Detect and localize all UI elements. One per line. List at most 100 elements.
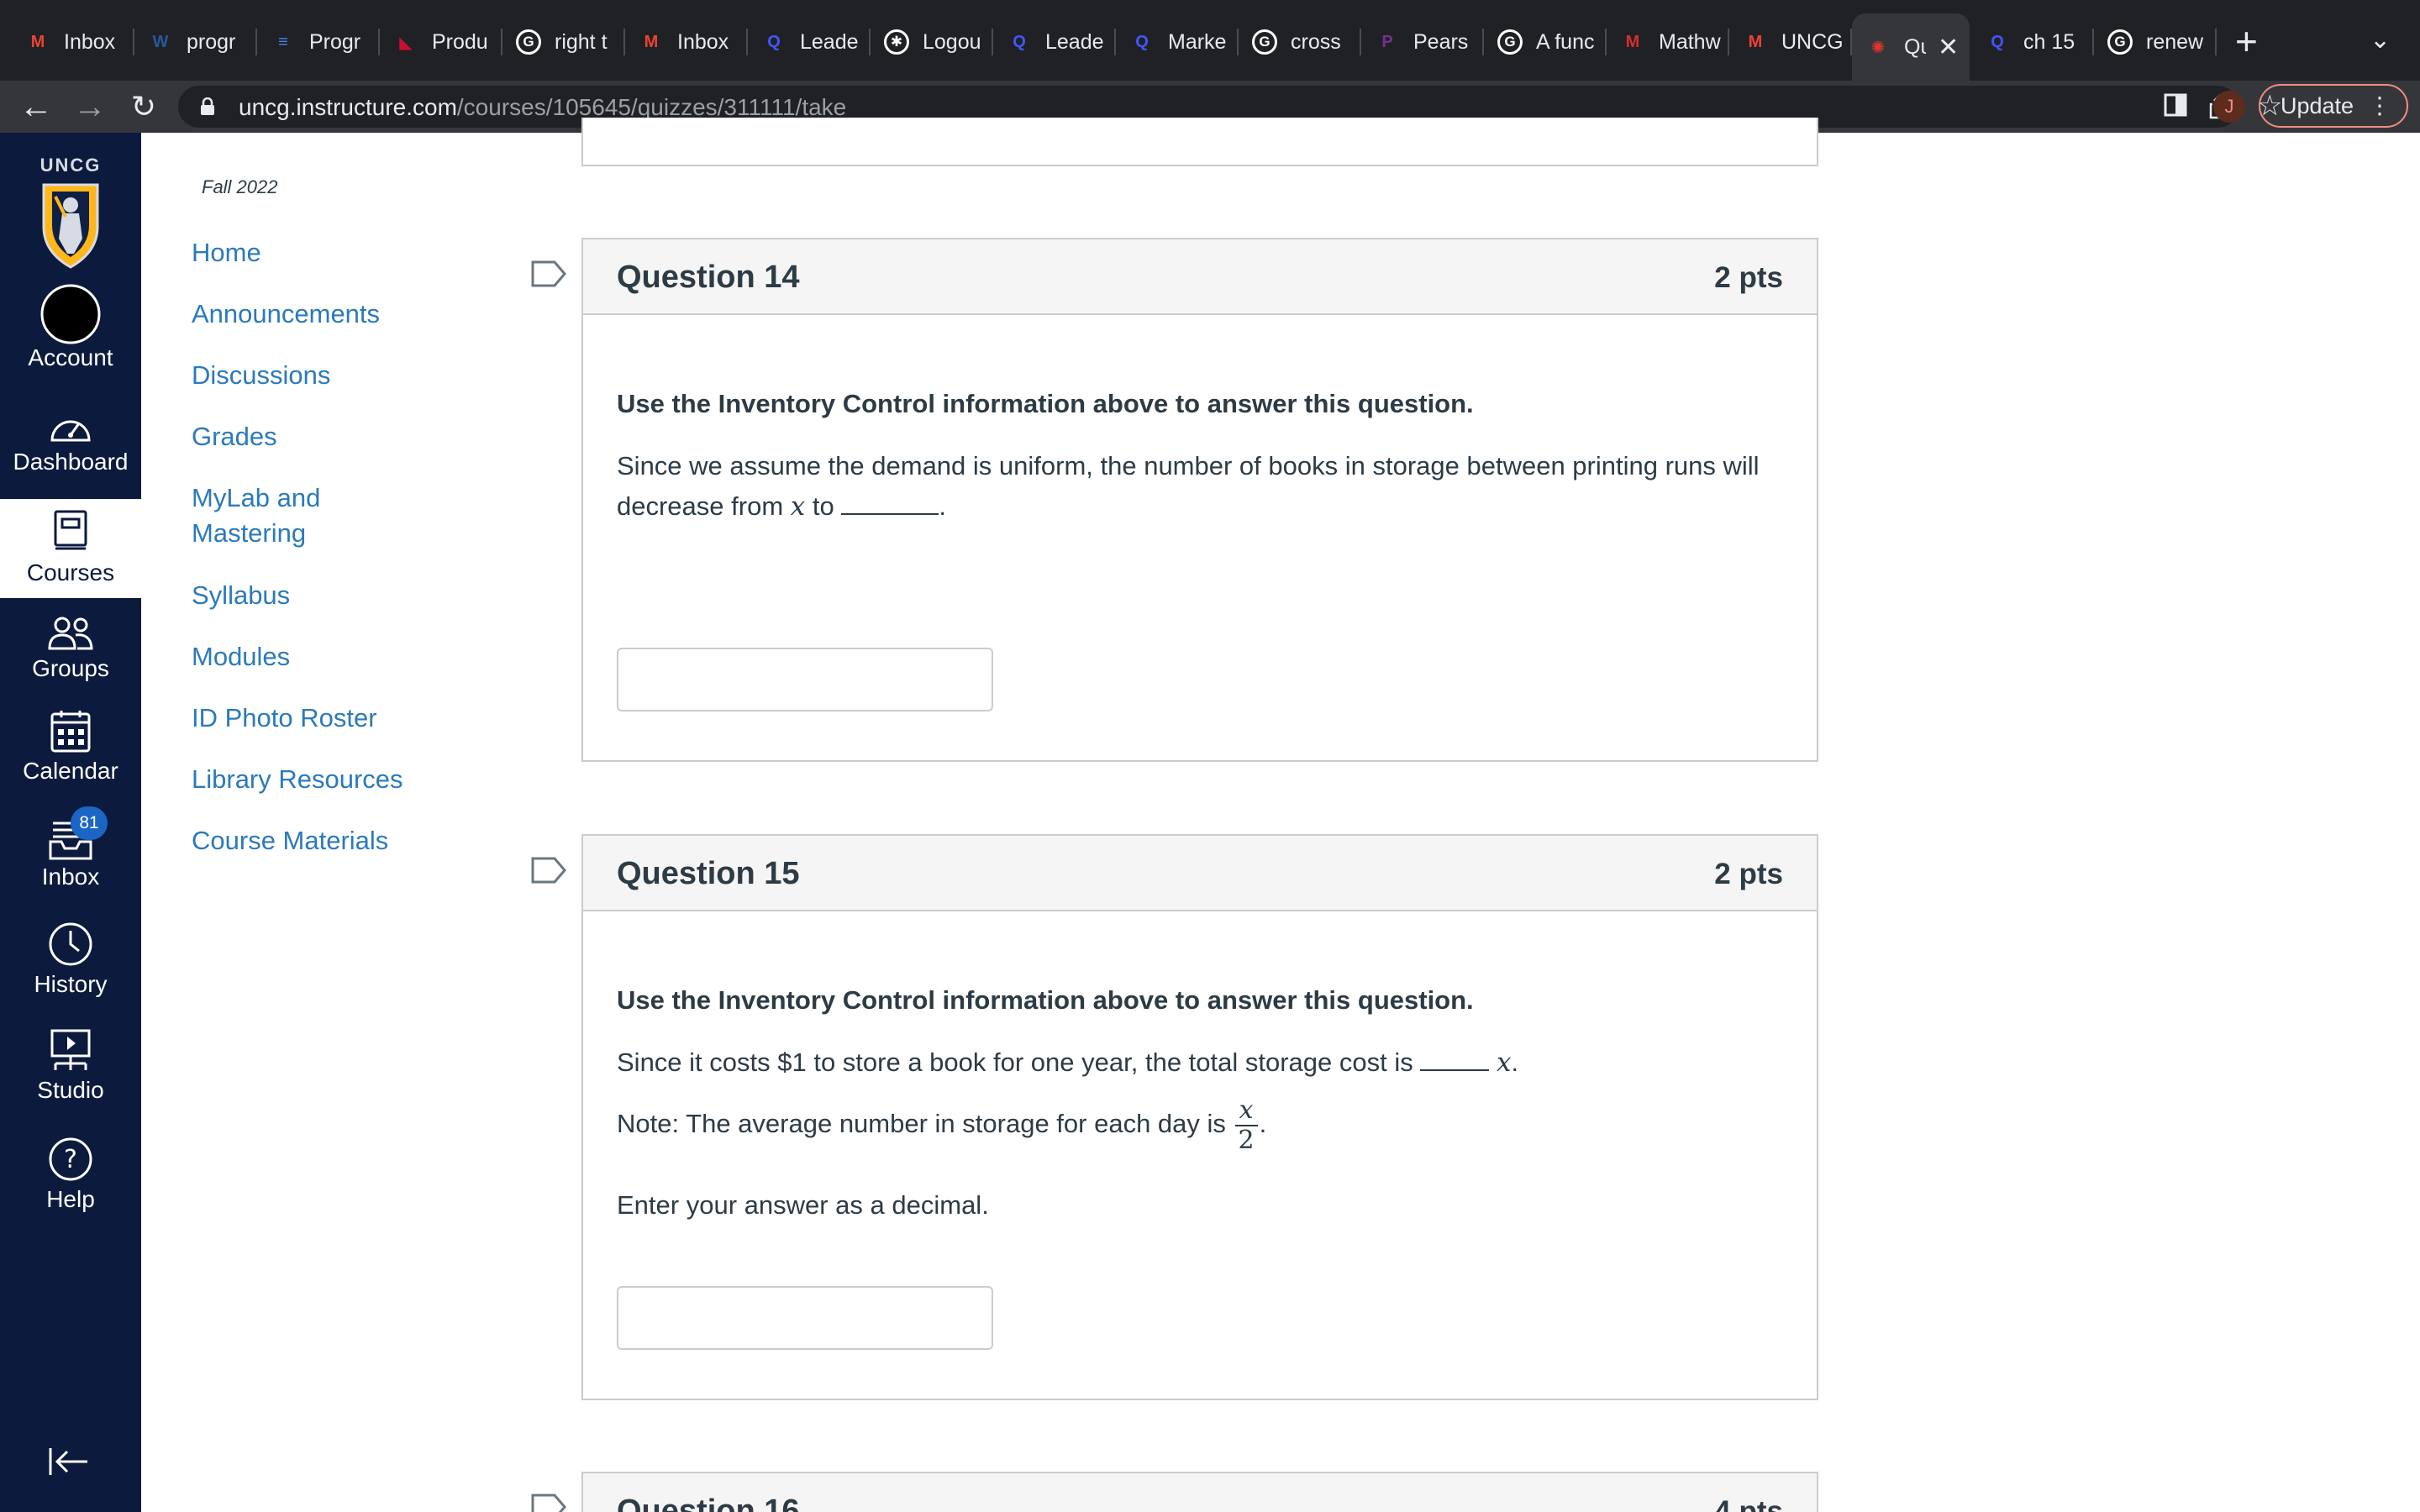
collapse-nav-icon[interactable] — [47, 1445, 91, 1478]
question-15-blank — [1420, 1044, 1490, 1071]
course-nav-announcements[interactable]: Announcements — [192, 297, 444, 332]
course-nav-home[interactable]: Home — [192, 235, 444, 270]
gmail-icon: M — [30, 32, 45, 51]
nav-dashboard[interactable]: Dashboard — [0, 410, 141, 491]
nav-groups[interactable]: Groups — [0, 615, 141, 699]
browser-tab[interactable]: M Inbox — [12, 18, 134, 66]
canvas-icon: ✺ — [1870, 38, 1886, 57]
browser-tab-label: cross — [1291, 29, 1341, 54]
profile-avatar[interactable]: J — [2213, 91, 2245, 123]
browser-tab[interactable]: Q Leade — [993, 18, 1116, 66]
flag-question-14-icon[interactable] — [531, 260, 566, 287]
google-icon: G — [2107, 29, 2133, 55]
browser-tab[interactable]: M UNCG — [1729, 18, 1852, 66]
reload-button[interactable]: ↻ — [123, 86, 165, 128]
question-15-instruction: Enter your answer as a decimal. — [617, 1190, 989, 1220]
question-16-header: Question 16 4 pts — [583, 1473, 1817, 1512]
fraction-numerator: x — [1234, 1096, 1258, 1126]
puzzle-icon: ✱ — [884, 29, 909, 55]
nav-inbox-label: Inbox — [41, 864, 100, 890]
quizlet-icon: Q — [1991, 32, 2004, 51]
uncg-logo[interactable]: UNCG — [32, 155, 109, 269]
course-nav-modules[interactable]: Modules — [192, 639, 444, 675]
browser-tab-label: A func — [1536, 29, 1595, 54]
help-question-icon: ? — [49, 1137, 92, 1181]
quizlet-icon: Q — [1013, 32, 1026, 51]
mathway-icon: M — [1625, 32, 1640, 51]
question-15-title: Question 15 — [617, 856, 800, 891]
question-14-variable: x — [790, 491, 806, 522]
question-16-title: Question 16 — [617, 1494, 800, 1512]
browser-tab-label: Produ — [432, 29, 488, 54]
slice-icon: ◣ — [399, 33, 413, 52]
question-15-points: 2 pts — [1714, 858, 1783, 890]
browser-tab[interactable]: ✺ Qu ✕ — [1852, 13, 1970, 81]
browser-tab[interactable]: M Inbox — [625, 18, 748, 66]
nav-history[interactable]: History — [0, 921, 141, 1015]
question-15-note: Note: The average number in storage for … — [617, 1095, 1267, 1155]
question-15-fraction: x2 — [1234, 1096, 1258, 1155]
dashboard-gauge-icon — [50, 420, 91, 442]
browser-tab-label: Logou — [923, 29, 981, 54]
browser-tab[interactable]: ✱ Logou — [871, 18, 993, 66]
pearson-icon: P — [1381, 32, 1393, 51]
nav-calendar[interactable]: Calendar — [0, 709, 141, 801]
google-icon: G — [1497, 29, 1523, 55]
course-nav-discussions[interactable]: Discussions — [192, 358, 444, 393]
quizlet-icon: Q — [767, 32, 781, 51]
nav-help[interactable]: ? Help — [0, 1136, 141, 1230]
browser-tab[interactable]: Qch 15 — [1971, 18, 2094, 66]
course-nav-grades[interactable]: Grades — [192, 419, 444, 454]
browser-tab[interactable]: Wprogr — [134, 18, 257, 66]
browser-tab-label: right t — [555, 29, 608, 54]
fraction-denominator: 2 — [1238, 1126, 1255, 1155]
browser-tab[interactable]: G A func — [1484, 18, 1607, 66]
side-panel-icon[interactable] — [2163, 92, 2188, 118]
studio-presentation-icon — [50, 1029, 91, 1070]
browser-tab[interactable]: P Pears — [1361, 18, 1484, 66]
browser-tab-label: Inbox — [64, 29, 116, 54]
course-nav-library-resources[interactable]: Library Resources — [192, 762, 444, 797]
question-14-answer-input[interactable] — [617, 648, 993, 711]
nav-calendar-label: Calendar — [23, 758, 118, 784]
nav-inbox[interactable]: 81 Inbox — [0, 806, 141, 909]
browser-tab[interactable]: ◣ Produ — [380, 18, 502, 66]
lock-icon — [201, 97, 214, 115]
update-label: Update — [2281, 93, 2354, 118]
account-avatar-icon — [40, 284, 101, 344]
browser-tab[interactable]: ≡ Progr — [257, 18, 380, 66]
browser-tab[interactable]: Q Leade — [748, 18, 871, 66]
question-15-text: Since it costs $1 to store a book for on… — [617, 1042, 1793, 1083]
browser-tab[interactable]: Gright t — [502, 18, 625, 66]
course-nav-syllabus[interactable]: Syllabus — [192, 578, 444, 613]
browser-tab[interactable]: M Mathw — [1607, 18, 1729, 66]
update-button[interactable]: Update ⋮ — [2259, 84, 2408, 128]
browser-tab[interactable]: Grenew — [2094, 18, 2217, 66]
new-tab-button[interactable]: + — [2235, 22, 2258, 60]
close-tab-icon[interactable]: ✕ — [1938, 33, 1959, 62]
url-path: /courses/105645/quizzes/311111/take — [456, 94, 847, 120]
course-nav-course-materials[interactable]: Course Materials — [192, 823, 444, 858]
nav-account[interactable]: Account — [0, 284, 141, 385]
google-icon: G — [516, 29, 541, 55]
browser-tab[interactable]: Q Marke — [1116, 18, 1239, 66]
tab-search-icon[interactable]: ⌄ — [2370, 25, 2391, 55]
course-nav-id-photo-roster[interactable]: ID Photo Roster — [192, 701, 444, 736]
url-host: uncg.instructure.com — [239, 94, 457, 120]
browser-tab-label: ch 15 — [2023, 29, 2075, 54]
question-15-header: Question 15 2 pts — [583, 836, 1817, 911]
browser-tab[interactable]: Gcross — [1239, 18, 1361, 66]
course-nav-mylab[interactable]: MyLab and Mastering — [192, 480, 360, 551]
flag-question-16-icon[interactable] — [531, 1494, 566, 1512]
flag-question-15-icon[interactable] — [531, 857, 566, 884]
question-15-answer-input[interactable] — [617, 1286, 993, 1350]
nav-courses[interactable]: Courses — [0, 499, 141, 598]
word-icon: W — [152, 32, 169, 51]
nav-studio[interactable]: Studio — [0, 1028, 141, 1122]
question-14-points: 2 pts — [1714, 261, 1783, 294]
groups-people-icon — [48, 617, 93, 650]
forward-button[interactable]: → — [69, 86, 111, 128]
browser-tab-label: progr — [187, 29, 236, 54]
course-navigation: Fall 2022 Home Announcements Discussions… — [141, 133, 477, 1512]
back-button[interactable]: ← — [15, 86, 57, 128]
